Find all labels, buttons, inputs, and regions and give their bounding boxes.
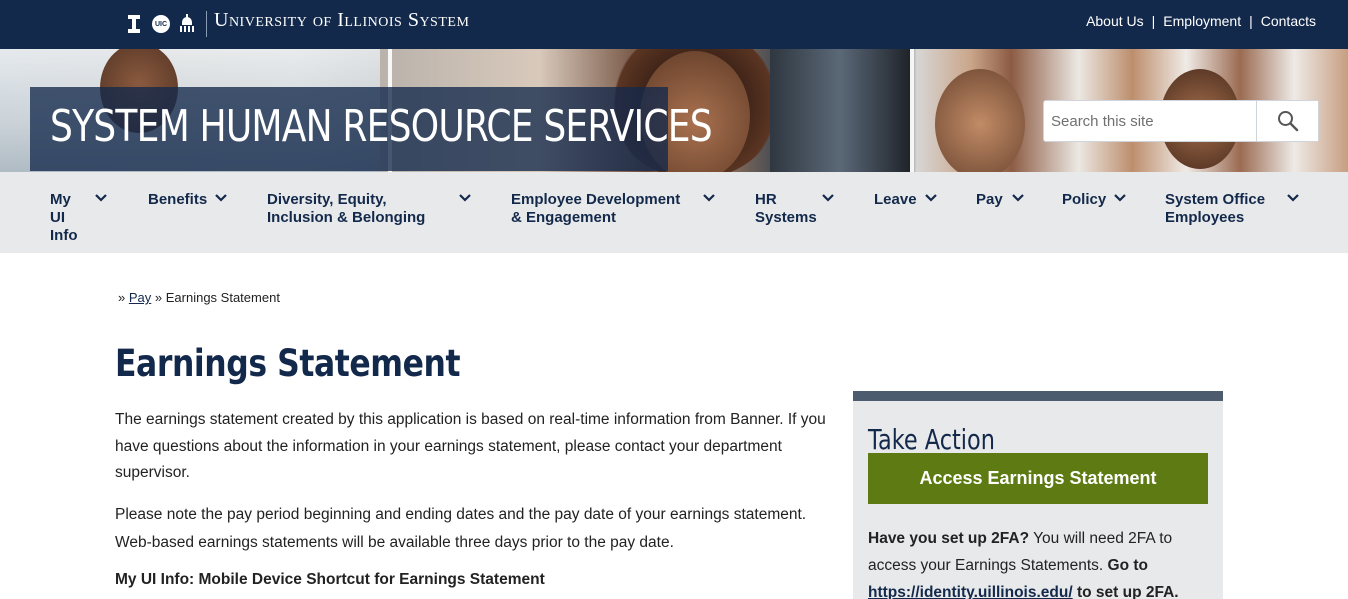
intro-paragraph: The earnings statement created by this a… — [115, 411, 826, 481]
uic-logo-icon[interactable]: UIC — [152, 15, 170, 33]
take-action-sidebar: Take Action Access Earnings Statement Ha… — [853, 391, 1223, 599]
breadcrumb-separator: » — [154, 290, 163, 305]
site-search — [1043, 100, 1319, 142]
contacts-link[interactable]: Contacts — [1261, 13, 1316, 29]
breadcrumb: » Pay » Earnings Statement — [118, 290, 280, 305]
hero-photo-divider — [910, 49, 914, 172]
springfield-capitol-icon[interactable] — [180, 14, 194, 34]
chevron-down-icon[interactable] — [821, 193, 835, 203]
nav-item-label[interactable]: Employee Development & Engagement — [511, 191, 689, 227]
top-bar: UIC University of Illinois System About … — [0, 0, 1348, 49]
pay-period-paragraph: Please note the pay period beginning and… — [115, 506, 807, 551]
employment-link[interactable]: Employment — [1163, 13, 1241, 29]
chevron-down-icon[interactable] — [94, 193, 108, 203]
nav-item-employee-development[interactable]: Employee Development & Engagement — [511, 191, 716, 227]
search-button[interactable] — [1256, 101, 1318, 141]
nav-item-policy[interactable]: Policy — [1062, 191, 1127, 209]
chevron-down-icon[interactable] — [214, 193, 228, 203]
nav-item-pay[interactable]: Pay — [976, 191, 1025, 209]
system-name-link[interactable]: University of Illinois System — [214, 9, 469, 32]
illinois-block-i-icon[interactable] — [128, 15, 140, 33]
site-title-box[interactable]: SYSTEM HUMAN RESOURCE SERVICES — [30, 87, 713, 171]
main-nav: My UI Info Benefits Diversity, Equity, I… — [0, 172, 1348, 253]
nav-item-benefits[interactable]: Benefits — [148, 191, 228, 209]
nav-item-system-office-employees[interactable]: System Office Employees — [1165, 191, 1300, 227]
nav-item-label[interactable]: Policy — [1062, 191, 1106, 209]
take-action-title: Take Action — [868, 423, 995, 456]
nav-item-my-ui-info[interactable]: My UI Info — [50, 191, 108, 245]
nav-item-diversity[interactable]: Diversity, Equity, Inclusion & Belonging — [267, 191, 472, 227]
breadcrumb-pay-link[interactable]: Pay — [129, 290, 151, 305]
breadcrumb-current: Earnings Statement — [165, 290, 280, 305]
page-title: Earnings Statement — [115, 342, 461, 385]
nav-item-leave[interactable]: Leave — [874, 191, 938, 209]
system-logos[interactable]: UIC — [128, 11, 207, 37]
mobile-shortcut-heading: My UI Info: Mobile Device Shortcut for E… — [115, 571, 545, 588]
about-us-link[interactable]: About Us — [1086, 13, 1144, 29]
two-factor-notice: Have you set up 2FA? You will need 2FA t… — [868, 525, 1198, 599]
chevron-down-icon[interactable] — [1011, 193, 1025, 203]
nav-item-label[interactable]: HR Systems — [755, 191, 817, 227]
search-input[interactable] — [1044, 101, 1256, 141]
two-factor-setup: to set up 2FA. — [1072, 584, 1179, 599]
site-title[interactable]: SYSTEM HUMAN RESOURCE SERVICES — [50, 101, 713, 152]
utility-nav: About Us | Employment | Contacts — [1086, 13, 1316, 29]
nav-item-label[interactable]: Pay — [976, 191, 1003, 209]
access-earnings-statement-button[interactable]: Access Earnings Statement — [868, 453, 1208, 504]
chevron-down-icon[interactable] — [924, 193, 938, 203]
chevron-down-icon[interactable] — [1113, 193, 1127, 203]
utility-separator: | — [1249, 13, 1253, 29]
hero-photo-person — [935, 69, 1025, 172]
chevron-down-icon[interactable] — [1286, 193, 1300, 203]
logo-divider — [206, 11, 207, 37]
hero-photo-monitor — [770, 49, 910, 172]
two-factor-question: Have you set up 2FA? — [868, 530, 1030, 547]
two-factor-goto: Go to — [1107, 557, 1148, 574]
chevron-down-icon[interactable] — [458, 193, 472, 203]
identity-link[interactable]: https://identity.uillinois.edu/ — [868, 584, 1073, 599]
nav-item-hr-systems[interactable]: HR Systems — [755, 191, 835, 227]
nav-item-label[interactable]: Diversity, Equity, Inclusion & Belonging — [267, 191, 442, 227]
nav-item-label[interactable]: My UI Info — [50, 191, 80, 245]
utility-separator: | — [1151, 13, 1156, 29]
nav-item-label[interactable]: System Office Employees — [1165, 191, 1273, 227]
nav-item-label[interactable]: Leave — [874, 191, 917, 209]
chevron-down-icon[interactable] — [702, 193, 716, 203]
breadcrumb-separator: » — [118, 290, 126, 305]
nav-item-label[interactable]: Benefits — [148, 191, 207, 209]
search-icon — [1277, 111, 1298, 132]
